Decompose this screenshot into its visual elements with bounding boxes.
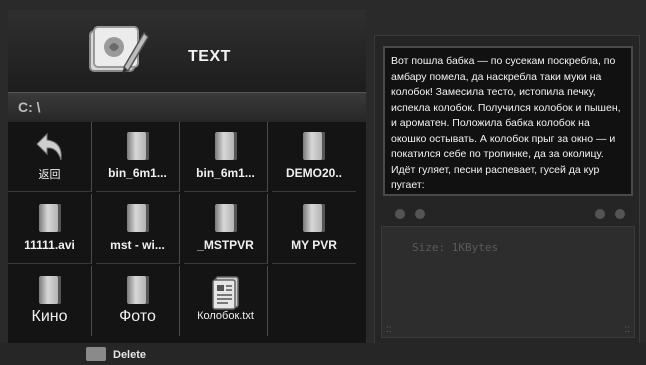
file-name: Фото <box>119 308 156 325</box>
file-item[interactable]: DEMO20.. <box>272 122 356 192</box>
app-title: TEXT <box>188 48 231 65</box>
file-browser-screen: TEXT C: \ 返回 bin_6m1... bin_6m1... DEMO2… <box>0 0 646 365</box>
back-arrow-icon <box>35 132 65 169</box>
file-item[interactable]: _MSTPVR <box>184 194 268 264</box>
file-name: 返回 <box>38 169 61 181</box>
book-icon <box>303 132 325 160</box>
book-icon <box>38 276 61 304</box>
preview-text: Вот пошла бабка — по сусекам поскребла, … <box>391 55 621 191</box>
text-preview: Вот пошла бабка — по сусекам поскребла, … <box>383 46 633 196</box>
file-panel: TEXT C: \ 返回 bin_6m1... bin_6m1... DEMO2… <box>8 10 366 343</box>
book-icon <box>126 132 149 160</box>
delete-label: Delete <box>113 349 147 361</box>
file-item[interactable]: MY PVR <box>272 194 356 264</box>
preview-panel: Вот пошла бабка — по сусекам поскребла, … <box>374 35 640 345</box>
file-item[interactable]: Кино <box>8 266 92 336</box>
file-item[interactable]: 11111.avi <box>8 194 92 264</box>
file-name: _MSTPVR <box>197 238 254 252</box>
indicator-dot <box>595 209 605 219</box>
file-item[interactable]: bin_6m1... <box>184 122 268 192</box>
path-bar: C: \ <box>8 92 366 124</box>
book-icon <box>303 204 325 232</box>
file-name: 11111.avi <box>24 238 75 252</box>
file-name: DEMO20.. <box>285 166 342 180</box>
book-icon <box>126 204 149 232</box>
book-icon <box>38 204 61 232</box>
app-header: TEXT <box>8 10 366 92</box>
bottom-bar: Delete <box>0 343 646 365</box>
book-icon <box>126 276 149 304</box>
file-grid: 返回 bin_6m1... bin_6m1... DEMO20.. 11111.… <box>8 122 366 343</box>
current-path: C: \ <box>18 99 41 115</box>
file-item[interactable]: mst - wi... <box>96 194 180 264</box>
indicator-dot <box>395 209 405 219</box>
corner-mark: :: <box>624 324 630 335</box>
file-item[interactable]: bin_6m1... <box>96 122 180 192</box>
indicator-dot <box>415 209 425 219</box>
indicator-dot <box>615 209 625 219</box>
file-name: Колобок.txt <box>197 310 254 322</box>
file-item[interactable]: Колобок.txt <box>184 266 268 336</box>
book-icon <box>214 132 237 160</box>
file-name: mst - wi... <box>110 238 165 252</box>
corner-mark: :: <box>386 324 392 335</box>
file-item[interactable]: 返回 <box>8 122 92 192</box>
book-icon <box>214 204 237 232</box>
file-name: Кино <box>31 308 68 325</box>
delete-key-icon[interactable] <box>86 347 106 361</box>
file-name: bin_6m1... <box>108 166 167 180</box>
file-name: MY PVR <box>291 238 337 252</box>
file-item[interactable]: Фото <box>96 266 180 336</box>
file-name: bin_6m1... <box>196 166 255 180</box>
text-editor-icon <box>84 23 150 79</box>
file-size: Size: 1KBytes <box>412 241 499 254</box>
file-info: Size: 1KBytes :: :: <box>381 226 635 338</box>
